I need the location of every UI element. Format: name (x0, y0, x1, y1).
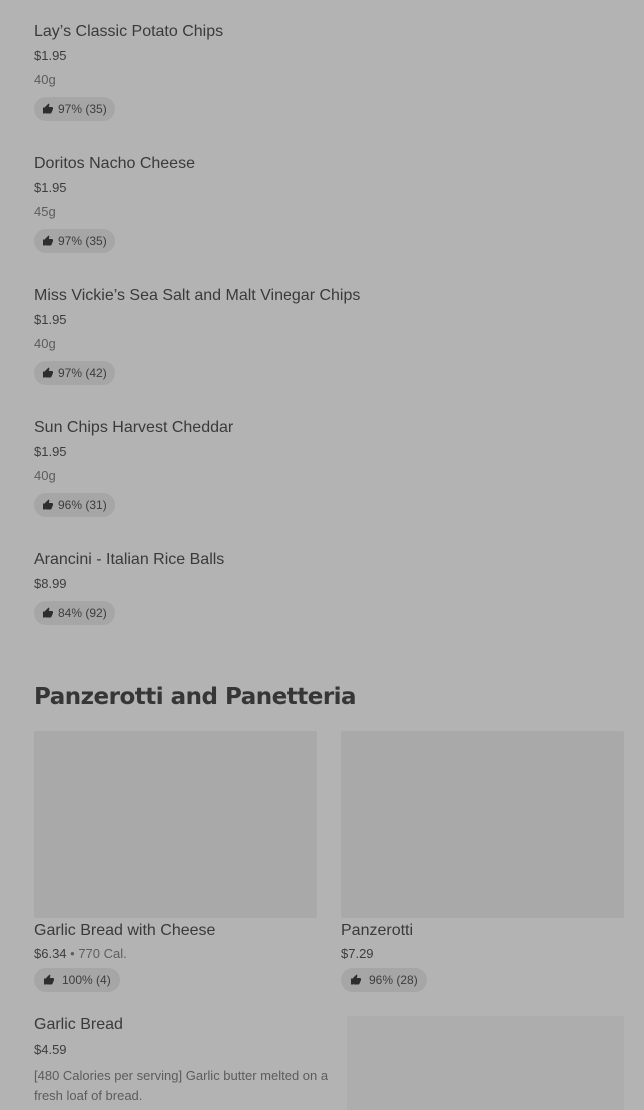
list-item-description: [480 Calories per serving] Garlic butter… (34, 1068, 329, 1103)
thumbs-up-icon (43, 235, 53, 246)
menu-item[interactable]: Sun Chips Harvest Cheddar $1.95 40g 96% … (34, 418, 233, 517)
rating-text: 97% (35) (58, 102, 107, 116)
calories: 770 Cal. (78, 946, 127, 961)
thumbs-up-icon (43, 103, 53, 114)
rating-badge: 97% (42) (34, 361, 115, 385)
item-price: $1.95 (34, 444, 67, 459)
price-value: $6.34 (34, 946, 67, 961)
thumbs-up-icon (43, 367, 53, 378)
rating-badge: 100% (4) (34, 968, 120, 992)
item-image-placeholder[interactable] (341, 731, 624, 918)
rating-badge: 84% (92) (34, 601, 115, 625)
rating-text: 97% (42) (58, 366, 107, 380)
separator: • (66, 946, 79, 961)
rating-badge: 96% (28) (341, 968, 427, 992)
item-name: Arancini - Italian Rice Balls (34, 551, 225, 568)
section-title: Panzerotti and Panetteria (34, 684, 357, 710)
rating-badge: 96% (31) (34, 493, 115, 517)
item-name: Miss Vickie’s Sea Salt and Malt Vinegar … (34, 287, 361, 304)
thumbs-up-icon (43, 607, 53, 618)
item-price: $1.95 (34, 48, 67, 63)
rating-badge: 97% (35) (34, 97, 115, 121)
menu-item[interactable]: Doritos Nacho Cheese $1.95 45g 97% (35) (34, 154, 195, 253)
item-weight: 40g (34, 72, 56, 87)
menu-item[interactable]: Lay’s Classic Potato Chips $1.95 40g 97%… (34, 22, 223, 121)
thumbs-up-icon (43, 499, 53, 510)
item-image-placeholder[interactable] (347, 1016, 624, 1110)
rating-text: 84% (92) (58, 606, 107, 620)
item-name: Doritos Nacho Cheese (34, 155, 195, 172)
card-item-name[interactable]: Garlic Bread with Cheese (34, 922, 215, 940)
item-weight: 45g (34, 204, 56, 219)
list-item-price: $4.59 (34, 1042, 67, 1057)
rating-text: 96% (31) (58, 498, 107, 512)
item-price: $1.95 (34, 312, 67, 327)
rating-badge: 97% (35) (34, 229, 115, 253)
item-image-placeholder[interactable] (34, 731, 317, 918)
item-price: $8.99 (34, 576, 67, 591)
item-weight: 40g (34, 468, 56, 483)
thumbs-up-icon (44, 974, 54, 985)
card-item-name[interactable]: Panzerotti (341, 922, 413, 940)
list-item-name[interactable]: Garlic Bread (34, 1016, 123, 1034)
menu-item[interactable]: Miss Vickie’s Sea Salt and Malt Vinegar … (34, 286, 360, 385)
rating-text: 96% (28) (369, 973, 418, 987)
item-weight: 40g (34, 336, 56, 351)
menu-item[interactable]: Arancini - Italian Rice Balls $8.99 84% … (34, 550, 224, 625)
rating-text: 100% (4) (62, 973, 111, 987)
rating-text: 97% (35) (58, 234, 107, 248)
card-item-price: $7.29 (341, 946, 374, 961)
item-price: $1.95 (34, 180, 67, 195)
item-name: Lay’s Classic Potato Chips (34, 23, 224, 40)
item-name: Sun Chips Harvest Cheddar (34, 419, 234, 436)
thumbs-up-icon (351, 974, 361, 985)
card-item-price: $6.34 • 770 Cal. (34, 946, 127, 961)
